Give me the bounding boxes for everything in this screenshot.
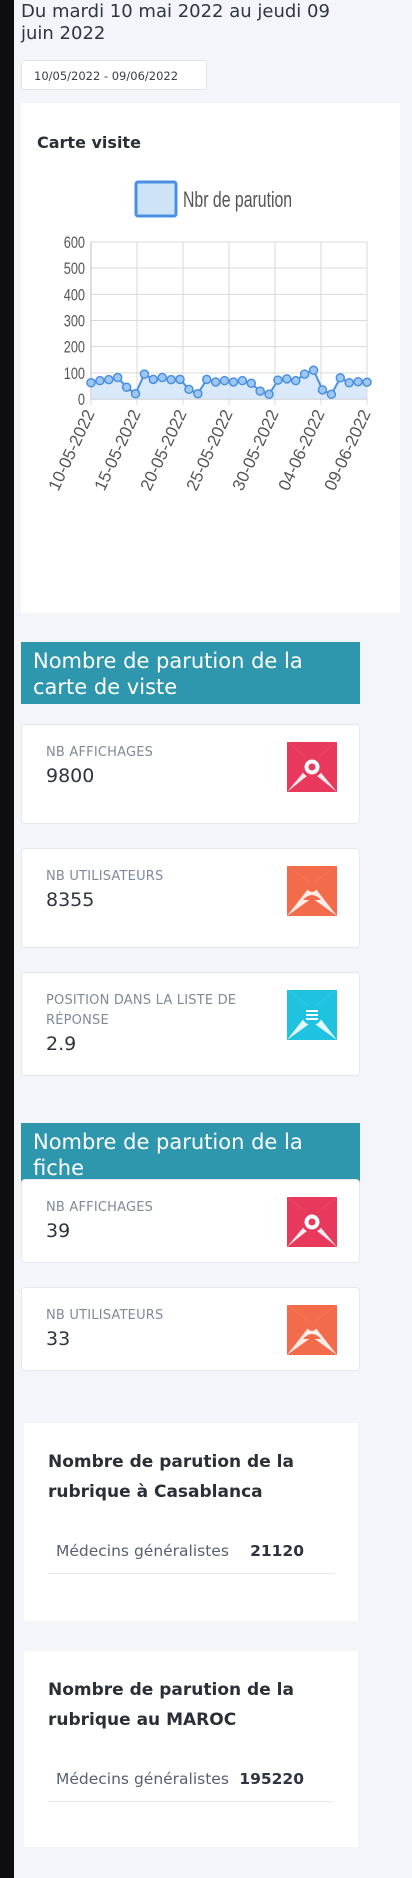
row-value: 21120 bbox=[250, 1542, 304, 1560]
legend-swatch bbox=[134, 180, 178, 218]
data-point bbox=[264, 389, 274, 400]
rubrique-maroc-title: Nombre de parution de la rubrique au MAR… bbox=[48, 1680, 294, 1730]
data-point bbox=[148, 374, 159, 385]
data-point bbox=[201, 374, 212, 385]
data-point bbox=[362, 377, 372, 388]
x-tick-label: 04-06-2022 bbox=[275, 407, 329, 494]
stat-card-position: POSITION DANS LA LISTE DE RÉPONSE 2.9 bbox=[21, 972, 360, 1076]
x-tick-label: 09-06-2022 bbox=[321, 407, 375, 494]
y-tick-label: 100 bbox=[64, 364, 85, 383]
x-tick-label: 15-05-2022 bbox=[91, 407, 145, 494]
data-point bbox=[193, 389, 203, 399]
section-title-carte: Nombre de parution de la carte de viste bbox=[21, 642, 360, 704]
data-point bbox=[184, 384, 194, 395]
users-icon bbox=[287, 866, 337, 916]
data-point bbox=[166, 374, 176, 385]
stat-card-affichages: NB AFFICHAGES 9800 bbox=[21, 724, 360, 824]
data-point bbox=[219, 375, 230, 386]
chart-card: Carte visite 600 500 400 300 200 100 0 10-05-20… bbox=[21, 103, 400, 613]
stat-label: NB UTILISATEURS bbox=[46, 1308, 164, 1323]
stat-label: POSITION DANS LA LISTE DE RÉPONSE bbox=[46, 993, 237, 1028]
data-point bbox=[139, 369, 150, 379]
data-point bbox=[95, 375, 105, 386]
x-tick-label: 25-05-2022 bbox=[183, 407, 237, 494]
data-point bbox=[104, 374, 114, 385]
left-sidebar-strip bbox=[0, 0, 14, 1878]
data-point bbox=[237, 375, 248, 386]
visits-chart: 600500400300200100010-05-202215-05-20222… bbox=[45, 180, 375, 494]
data-point bbox=[130, 389, 141, 399]
stat-label: NB AFFICHAGES bbox=[46, 1200, 154, 1215]
x-tick-label: 30-05-2022 bbox=[229, 407, 283, 494]
row-label: Médecins généralistes bbox=[56, 1770, 229, 1788]
data-point bbox=[273, 375, 283, 385]
y-tick-label: 200 bbox=[64, 338, 85, 357]
data-point bbox=[112, 372, 123, 383]
x-tick-label: 20-05-2022 bbox=[137, 407, 191, 494]
rubrique-maroc-card: Nombre de parution de la rubrique au MAR… bbox=[24, 1651, 358, 1847]
data-point bbox=[210, 377, 221, 387]
stat-value: 33 bbox=[46, 1328, 71, 1350]
date-range-text: Du mardi 10 mai 2022 au jeudi 09 juin 20… bbox=[21, 1, 330, 44]
stat-card-fiche-affichages: NB AFFICHAGES 39 bbox=[21, 1179, 360, 1263]
data-point bbox=[299, 369, 310, 379]
data-point bbox=[86, 378, 96, 388]
data-point bbox=[282, 374, 292, 384]
stat-value: 8355 bbox=[46, 889, 95, 911]
y-tick-label: 600 bbox=[64, 233, 85, 252]
data-point bbox=[175, 374, 185, 385]
row-label: Médecins généralistes bbox=[56, 1542, 229, 1560]
legend-label: Nbr de parution bbox=[183, 189, 292, 213]
data-point bbox=[344, 378, 354, 388]
x-tick-label: 10-05-2022 bbox=[45, 407, 99, 494]
stat-value: 2.9 bbox=[46, 1033, 77, 1055]
row-value: 195220 bbox=[239, 1770, 304, 1788]
data-point bbox=[291, 375, 301, 386]
y-tick-label: 0 bbox=[78, 390, 85, 409]
rubrique-casablanca-card: Nombre de parution de la rubrique à Casa… bbox=[24, 1423, 358, 1621]
stat-card-fiche-utilisateurs: NB UTILISATEURS 33 bbox=[21, 1287, 360, 1371]
table-row: Médecins généralistes 21120 bbox=[48, 1535, 334, 1574]
y-tick-label: 500 bbox=[64, 259, 85, 278]
section-title-fiche: Nombre de parution de la fiche bbox=[21, 1123, 360, 1185]
stat-label: NB AFFICHAGES bbox=[46, 745, 154, 760]
data-point bbox=[326, 389, 337, 400]
data-point bbox=[308, 365, 319, 375]
table-row: Médecins généralistes 195220 bbox=[48, 1763, 334, 1802]
data-point bbox=[121, 382, 132, 392]
eye-icon bbox=[287, 1197, 337, 1247]
stat-value: 9800 bbox=[46, 765, 95, 787]
y-tick-label: 400 bbox=[64, 286, 85, 305]
data-point bbox=[353, 376, 363, 387]
data-point bbox=[228, 377, 239, 387]
stat-card-utilisateurs: NB UTILISATEURS 8355 bbox=[21, 848, 360, 948]
data-point bbox=[255, 386, 265, 396]
data-point bbox=[317, 385, 328, 395]
date-range-input[interactable]: 10/05/2022 - 09/06/2022 bbox=[21, 60, 207, 90]
data-point bbox=[246, 378, 257, 389]
data-point bbox=[335, 373, 346, 383]
data-point bbox=[157, 372, 167, 383]
users-icon bbox=[287, 1305, 337, 1355]
list-icon bbox=[287, 990, 337, 1040]
eye-icon bbox=[287, 742, 337, 792]
stat-value: 39 bbox=[46, 1220, 71, 1242]
rubrique-casablanca-title: Nombre de parution de la rubrique à Casa… bbox=[48, 1452, 294, 1502]
stat-label: NB UTILISATEURS bbox=[46, 869, 164, 884]
y-tick-label: 300 bbox=[64, 312, 85, 331]
